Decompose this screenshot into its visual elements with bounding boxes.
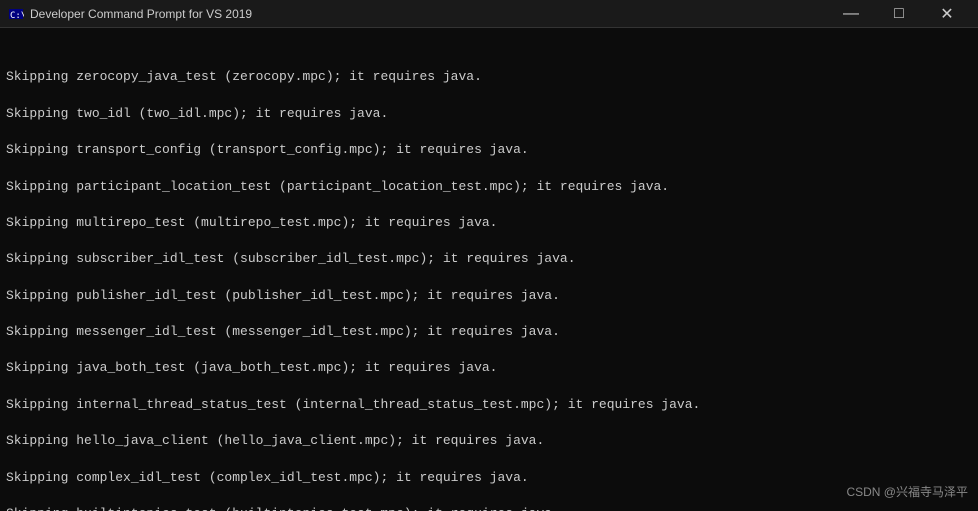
maximize-button[interactable]: □ (876, 0, 922, 28)
terminal-line: Skipping messenger_idl_test (messenger_i… (6, 323, 972, 341)
terminal-line: Skipping multirepo_test (multirepo_test.… (6, 214, 972, 232)
terminal-line: Skipping subscriber_idl_test (subscriber… (6, 250, 972, 268)
terminal-line: Skipping complex_idl_test (complex_idl_t… (6, 469, 972, 487)
terminal-line: Skipping internal_thread_status_test (in… (6, 396, 972, 414)
terminal-line: Skipping zerocopy_java_test (zerocopy.mp… (6, 68, 972, 86)
terminal-body[interactable]: Skipping zerocopy_java_test (zerocopy.mp… (0, 28, 978, 511)
terminal-line: Skipping participant_location_test (part… (6, 178, 972, 196)
cmd-icon: C:\ (8, 6, 24, 22)
watermark: CSDN @兴福寺马泽平 (846, 484, 968, 501)
terminal-line: Skipping publisher_idl_test (publisher_i… (6, 287, 972, 305)
close-button[interactable]: ✕ (924, 0, 970, 28)
window-controls: — □ ✕ (828, 0, 970, 28)
terminal-line: Skipping java_both_test (java_both_test.… (6, 359, 972, 377)
title-bar-left: C:\ Developer Command Prompt for VS 2019 (8, 6, 252, 22)
minimize-button[interactable]: — (828, 0, 874, 28)
svg-text:C:\: C:\ (10, 11, 24, 21)
terminal-line: Skipping builtintopics_test (builtintopi… (6, 505, 972, 511)
window-title: Developer Command Prompt for VS 2019 (30, 7, 252, 21)
terminal-line: Skipping hello_java_client (hello_java_c… (6, 432, 972, 450)
terminal-line: Skipping transport_config (transport_con… (6, 141, 972, 159)
title-bar: C:\ Developer Command Prompt for VS 2019… (0, 0, 978, 28)
terminal-content: Skipping zerocopy_java_test (zerocopy.mp… (6, 68, 972, 511)
terminal-line: Skipping two_idl (two_idl.mpc); it requi… (6, 105, 972, 123)
